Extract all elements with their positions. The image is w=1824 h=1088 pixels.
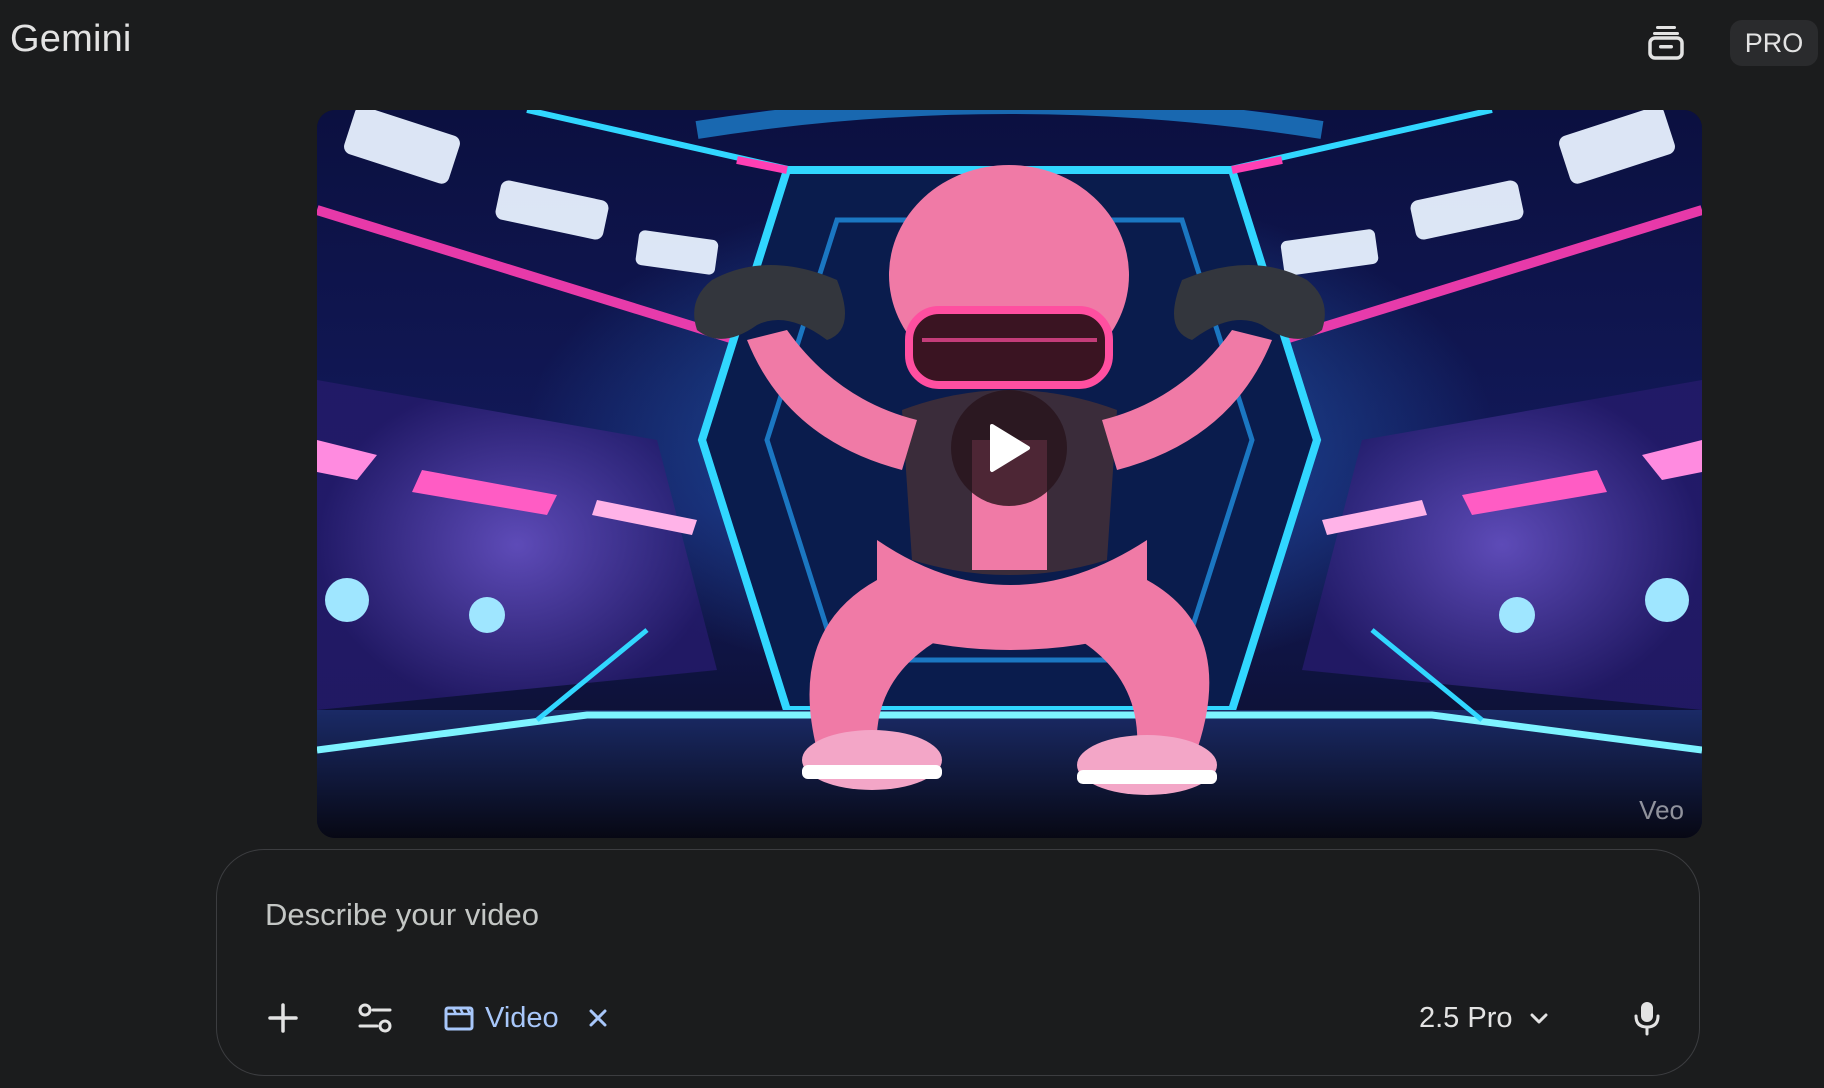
plus-icon bbox=[268, 1003, 298, 1033]
prompt-composer: Video 2.5 Pro bbox=[216, 849, 1700, 1076]
microphone-icon bbox=[1634, 1002, 1660, 1036]
model-selector[interactable]: 2.5 Pro bbox=[1419, 994, 1551, 1042]
tools-button[interactable] bbox=[351, 994, 399, 1042]
temporary-chat-icon bbox=[1648, 26, 1684, 60]
prompt-input[interactable] bbox=[263, 894, 1567, 936]
app-title[interactable]: Gemini bbox=[10, 18, 132, 61]
temporary-chat-button[interactable] bbox=[1640, 16, 1692, 68]
chevron-down-icon bbox=[1530, 1013, 1547, 1024]
video-chip-label: Video bbox=[485, 1001, 559, 1034]
video-mode-chip[interactable]: Video bbox=[443, 994, 609, 1042]
tools-sliders-icon bbox=[358, 1003, 392, 1033]
top-bar: Gemini PRO bbox=[0, 0, 1824, 90]
add-attachment-button[interactable] bbox=[259, 994, 307, 1042]
veo-watermark: Veo bbox=[1639, 795, 1684, 825]
close-icon bbox=[589, 1009, 607, 1027]
generated-video-player[interactable]: Veo bbox=[317, 110, 1702, 838]
clapperboard-icon bbox=[444, 1006, 474, 1031]
model-label: 2.5 Pro bbox=[1419, 1001, 1513, 1034]
play-button[interactable] bbox=[951, 390, 1067, 506]
microphone-button[interactable] bbox=[1619, 990, 1675, 1046]
remove-video-mode-button[interactable] bbox=[587, 1007, 609, 1029]
play-icon bbox=[990, 424, 1030, 472]
pro-plan-badge[interactable]: PRO bbox=[1730, 20, 1818, 66]
